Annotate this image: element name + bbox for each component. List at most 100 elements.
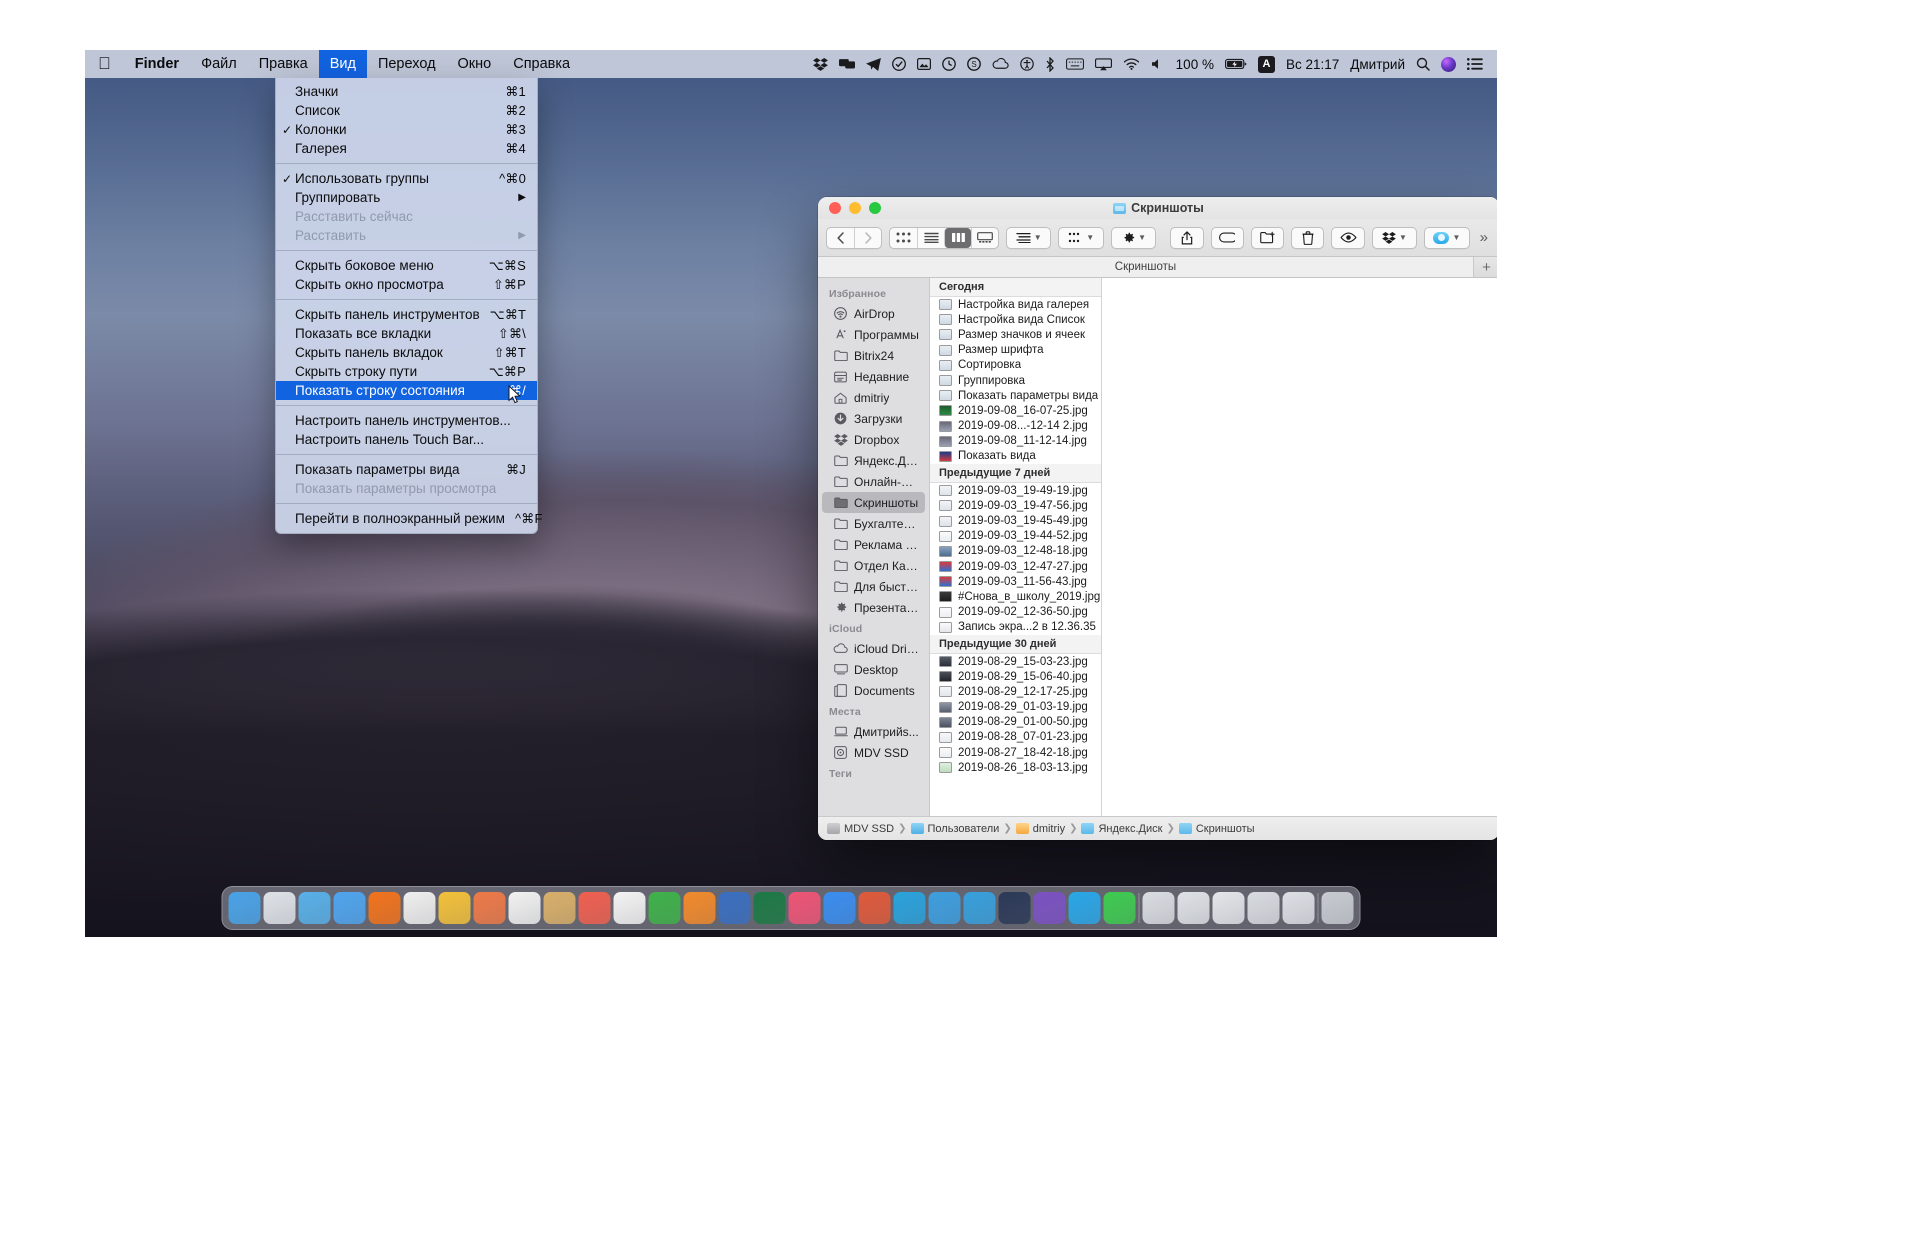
sidebar-item-quick-access[interactable]: Для быстро... <box>822 576 925 597</box>
dock-item-calendar-icon[interactable] <box>508 892 541 924</box>
dock-item-launchpad-icon[interactable] <box>263 892 296 924</box>
wifi-icon[interactable] <box>1123 50 1140 78</box>
file-row[interactable]: 2019-08-29_15-06-40.jpg <box>930 669 1101 684</box>
menu-item-hide-tab-bar[interactable]: Скрыть панель вкладок ⇧⌘T <box>276 343 537 362</box>
list-view-icon[interactable] <box>917 227 944 248</box>
delete-button[interactable] <box>1291 226 1325 249</box>
dock-item-trash-icon[interactable] <box>1321 892 1354 924</box>
file-row[interactable]: Настройка вида галерея <box>930 297 1101 312</box>
dock-item-mail-icon[interactable] <box>333 892 366 924</box>
dock-item-chrome-icon[interactable] <box>403 892 436 924</box>
sidebar-item-recents[interactable]: Недавние <box>822 366 925 387</box>
file-row[interactable]: 2019-08-29_12-17-25.jpg <box>930 684 1101 699</box>
share-button[interactable] <box>1170 226 1204 249</box>
finder-path-bar[interactable]: MDV SSD ❯ Пользователи ❯ dmitriy ❯ Яндек… <box>818 816 1497 840</box>
skype-icon[interactable]: S <box>966 50 981 78</box>
telegram-icon[interactable] <box>865 50 881 78</box>
dock-item-screens-icon[interactable] <box>998 892 1031 924</box>
dock-item-folder-stack-icon[interactable] <box>1282 892 1315 924</box>
tab-screenshots[interactable]: Скриншоты <box>818 257 1473 277</box>
sidebar-item-online-school[interactable]: Онлайн-шк... <box>822 471 925 492</box>
sidebar-item-accounting[interactable]: Бухгалтерия <box>822 513 925 534</box>
sidebar-item-icloud-drive[interactable]: iCloud Drive <box>822 638 925 659</box>
file-row[interactable]: 2019-08-27_18-42-18.jpg <box>930 745 1101 760</box>
checkmark-circle-icon[interactable] <box>891 50 906 78</box>
file-row[interactable]: #Снова_в_школу_2019.jpg <box>930 589 1101 604</box>
tag-button[interactable] <box>1210 226 1244 249</box>
dock-item-telegram-icon[interactable] <box>963 892 996 924</box>
sidebar-item-documents[interactable]: Documents <box>822 680 925 701</box>
action-gear-button[interactable]: ▼ <box>1110 226 1157 249</box>
file-row[interactable]: 2019-09-02_12-36-50.jpg <box>930 605 1101 620</box>
dock-item-keynote-icon[interactable] <box>718 892 751 924</box>
file-row[interactable]: 2019-08-29_01-00-50.jpg <box>930 715 1101 730</box>
menu-item-customize-toolbar[interactable]: Настроить панель инструментов... <box>276 411 537 430</box>
cloud-button[interactable]: ▼ <box>1424 226 1470 249</box>
menu-item-use-groups[interactable]: ✓ Использовать группы ^⌘0 <box>276 169 537 188</box>
sidebar-item-screenshots[interactable]: Скриншоты <box>822 492 925 513</box>
sidebar-item-applications[interactable]: Программы <box>822 324 925 345</box>
sidebar-item-downloads[interactable]: Загрузки <box>822 408 925 429</box>
file-row[interactable]: Сортировка <box>930 358 1101 373</box>
sidebar-item-dropbox[interactable]: Dropbox <box>822 429 925 450</box>
file-row[interactable]: Показать параметры вида <box>930 388 1101 403</box>
dock-item-excel-icon[interactable] <box>753 892 786 924</box>
menu-view[interactable]: Вид <box>318 50 367 78</box>
menu-item-list[interactable]: Список ⌘2 <box>276 101 537 120</box>
sidebar-item-mdv-ssd[interactable]: MDV SSD <box>822 742 925 763</box>
menu-item-group-by[interactable]: Группировать ▶ <box>276 188 537 207</box>
file-row[interactable]: Группировка <box>930 373 1101 388</box>
dock-item-xcode-icon[interactable] <box>858 892 891 924</box>
path-segment-screenshots[interactable]: Скриншоты <box>1178 823 1255 835</box>
dock-item-notes-icon[interactable] <box>438 892 471 924</box>
sidebar-item-dmitriys-mac[interactable]: Дмитрийs... <box>822 721 925 742</box>
finder-preview-column[interactable] <box>1102 278 1497 816</box>
clock-badge-icon[interactable] <box>941 50 956 78</box>
path-segment-mdv-ssd[interactable]: MDV SSD <box>827 823 894 835</box>
gallery-view-icon[interactable] <box>971 227 998 248</box>
menu-item-hide-preview[interactable]: Скрыть окно просмотра ⇧⌘P <box>276 275 537 294</box>
file-row[interactable]: Показать вида <box>930 449 1101 464</box>
file-row[interactable]: 2019-09-03_19-45-49.jpg <box>930 513 1101 528</box>
column-view-icon[interactable] <box>944 227 971 248</box>
file-row[interactable]: 2019-08-28_07-01-23.jpg <box>930 730 1101 745</box>
dock-item-safari-icon[interactable] <box>298 892 331 924</box>
group-by-button[interactable]: ▼ <box>1006 226 1052 249</box>
icon-view-icon[interactable] <box>890 228 917 248</box>
file-row[interactable]: 2019-08-29_01-03-19.jpg <box>930 700 1101 715</box>
dock-item-skype-icon[interactable] <box>1068 892 1101 924</box>
dropbox-icon[interactable] <box>812 50 828 78</box>
menu-item-show-all-tabs[interactable]: Показать все вкладки ⇧⌘\ <box>276 324 537 343</box>
siri-icon[interactable] <box>1441 50 1456 78</box>
menu-window[interactable]: Окно <box>447 50 503 78</box>
dock-item-firefox-icon[interactable] <box>368 892 401 924</box>
screens-icon[interactable] <box>838 50 855 78</box>
file-row[interactable]: 2019-09-03_19-47-56.jpg <box>930 498 1101 513</box>
sidebar-item-presentations[interactable]: Презентаци... <box>822 597 925 618</box>
sidebar-item-hr[interactable]: Отдел Кадр... <box>822 555 925 576</box>
dock-item-documents-stack-icon[interactable] <box>1177 892 1210 924</box>
menu-item-hide-toolbar[interactable]: Скрыть панель инструментов ⌥⌘T <box>276 305 537 324</box>
back-button[interactable] <box>827 228 854 248</box>
finder-sidebar[interactable]: Избранное AirDrop Программы Bitrix24 Нед… <box>818 278 930 816</box>
battery-icon[interactable] <box>1224 50 1247 78</box>
path-segment-users[interactable]: Пользователи <box>910 823 999 835</box>
menu-edit[interactable]: Правка <box>248 50 319 78</box>
bluetooth-icon[interactable] <box>1045 50 1055 78</box>
menu-item-enter-fullscreen[interactable]: Перейти в полноэкранный режим ^⌘F <box>276 509 542 528</box>
dock-item-numbers-icon[interactable] <box>648 892 681 924</box>
file-row[interactable]: 2019-08-29_15-03-23.jpg <box>930 654 1101 669</box>
photos-icon[interactable] <box>916 50 931 78</box>
sidebar-item-advertising[interactable]: Реклама ма... <box>822 534 925 555</box>
file-row[interactable]: 2019-09-08_11-12-14.jpg <box>930 434 1101 449</box>
dock-item-downloads-stack-icon[interactable] <box>1247 892 1280 924</box>
sidebar-item-dmitriy[interactable]: dmitriy <box>822 387 925 408</box>
volume-icon[interactable] <box>1151 50 1165 78</box>
path-segment-dmitriy[interactable]: dmitriy <box>1015 823 1065 835</box>
dock-item-reminders-icon[interactable] <box>473 892 506 924</box>
sidebar-item-airdrop[interactable]: AirDrop <box>822 303 925 324</box>
dock-item-screenshots-stack-icon[interactable] <box>1212 892 1245 924</box>
new-folder-button[interactable] <box>1250 226 1285 249</box>
user-label[interactable]: Дмитрий <box>1350 57 1405 72</box>
dock-item-pages-icon[interactable] <box>683 892 716 924</box>
